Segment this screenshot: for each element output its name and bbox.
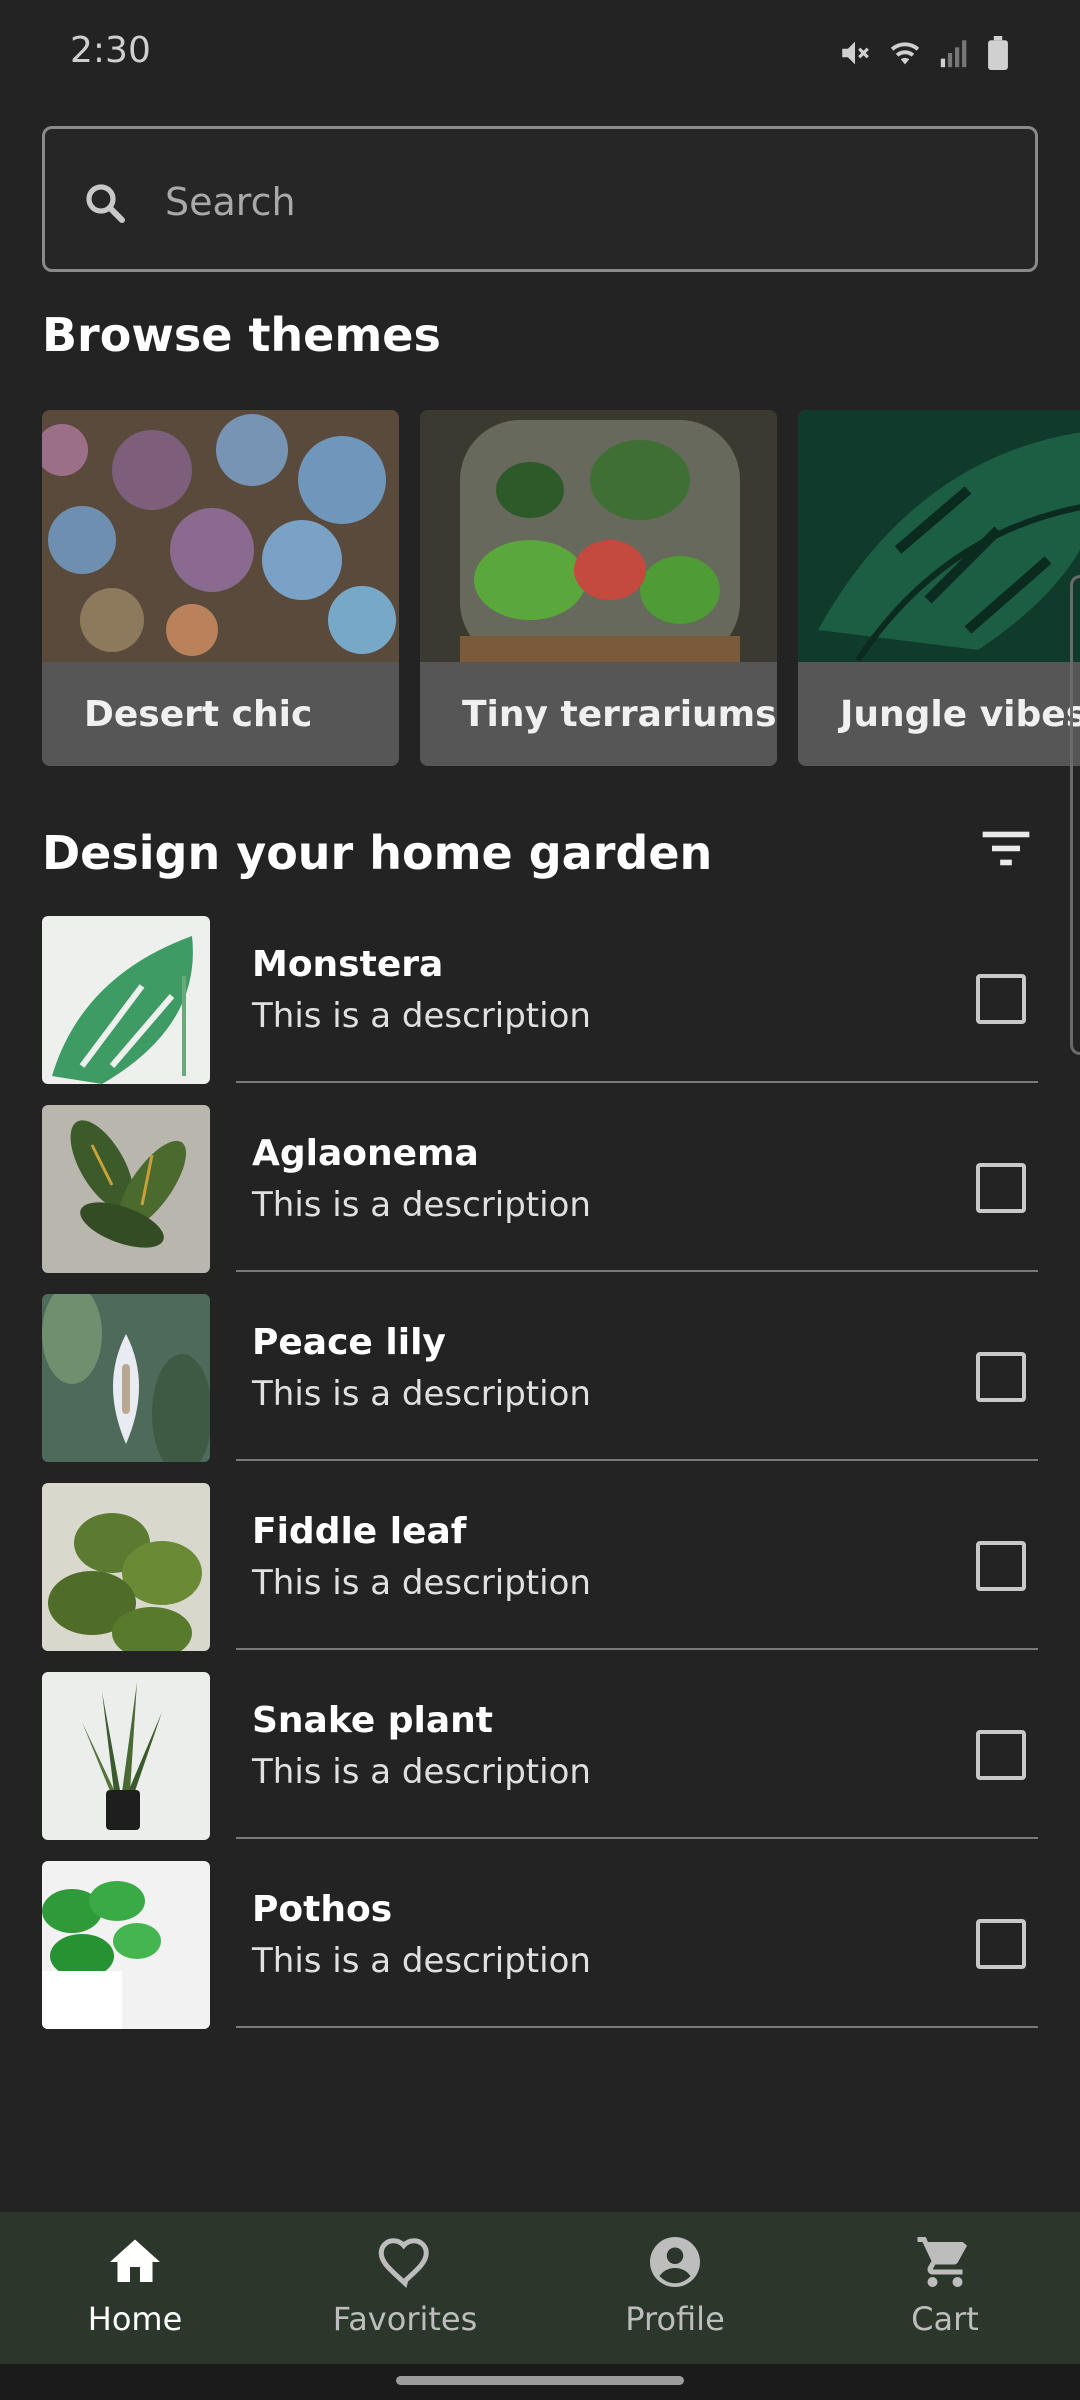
- gesture-handle[interactable]: [396, 2376, 684, 2385]
- search-icon: [86, 184, 125, 223]
- garden-title: Design your home garden: [42, 826, 713, 880]
- status-icons: [838, 36, 1010, 70]
- item-name: Fiddle leaf: [252, 1511, 467, 1552]
- list-item[interactable]: Peace lily This is a description: [0, 1288, 1080, 1477]
- item-description: This is a description: [252, 1185, 591, 1225]
- item-description: This is a description: [252, 1374, 591, 1414]
- nav-label: Cart: [911, 2300, 979, 2338]
- monstera-leaf-photo: [798, 410, 1080, 662]
- search-bar[interactable]: [42, 126, 1038, 272]
- snake-plant-thumbnail: [42, 1672, 210, 1840]
- account-circle-icon: [650, 2237, 700, 2287]
- signal-icon: [940, 40, 967, 68]
- terrarium-photo: [420, 410, 777, 662]
- nav-profile[interactable]: Profile: [540, 2212, 810, 2364]
- home-icon: [110, 2239, 160, 2282]
- fiddle-leaf-thumbnail: [42, 1483, 210, 1651]
- item-name: Aglaonema: [252, 1133, 479, 1174]
- divider: [236, 1837, 1038, 1839]
- themes-carousel[interactable]: Desert chic Tiny terrariums Jungle vibes: [42, 410, 1080, 770]
- item-name: Snake plant: [252, 1700, 494, 1741]
- nav-label: Profile: [625, 2300, 725, 2338]
- nav-label: Favorites: [332, 2300, 478, 2338]
- succulents-photo: [42, 410, 399, 662]
- item-description: This is a description: [252, 1941, 591, 1981]
- search-input[interactable]: [165, 157, 985, 247]
- item-checkbox[interactable]: [976, 1541, 1026, 1591]
- divider: [236, 1270, 1038, 1272]
- heart-icon: [378, 2238, 429, 2288]
- item-checkbox[interactable]: [976, 1352, 1026, 1402]
- nav-cart[interactable]: Cart: [810, 2212, 1080, 2364]
- nav-home[interactable]: Home: [0, 2212, 270, 2364]
- list-item[interactable]: Aglaonema This is a description: [0, 1099, 1080, 1288]
- nav-favorites[interactable]: Favorites: [270, 2212, 540, 2364]
- item-description: This is a description: [252, 1563, 591, 1603]
- item-checkbox[interactable]: [976, 1730, 1026, 1780]
- wifi-icon: [890, 42, 920, 65]
- status-bar: 2:30: [0, 0, 1080, 110]
- item-description: This is a description: [252, 1752, 591, 1792]
- bottom-navigation: Home Favorites Profile Cart: [0, 2212, 1080, 2364]
- cart-icon: [917, 2237, 967, 2287]
- list-item[interactable]: Monstera This is a description: [0, 910, 1080, 1099]
- list-item[interactable]: Fiddle leaf This is a description: [0, 1477, 1080, 1666]
- divider: [236, 1648, 1038, 1650]
- list-item[interactable]: Pothos This is a description: [0, 1855, 1080, 2044]
- filter-icon[interactable]: [978, 820, 1034, 876]
- theme-card-tiny-terrariums[interactable]: Tiny terrariums: [420, 410, 777, 766]
- nav-label: Home: [87, 2300, 183, 2338]
- item-checkbox[interactable]: [976, 1163, 1026, 1213]
- browse-themes-title: Browse themes: [42, 308, 441, 362]
- theme-card-desert-chic[interactable]: Desert chic: [42, 410, 399, 766]
- divider: [236, 1459, 1038, 1461]
- list-item[interactable]: Snake plant This is a description: [0, 1666, 1080, 1855]
- item-checkbox[interactable]: [976, 974, 1026, 1024]
- theme-label: Tiny terrariums: [462, 694, 777, 735]
- item-description: This is a description: [252, 996, 591, 1036]
- theme-label: Desert chic: [84, 694, 313, 735]
- monstera-thumbnail: [42, 916, 210, 1084]
- item-checkbox[interactable]: [976, 1919, 1026, 1969]
- theme-card-jungle-vibes[interactable]: Jungle vibes: [798, 410, 1080, 766]
- battery-icon: [988, 36, 1008, 70]
- item-name: Peace lily: [252, 1322, 446, 1363]
- peace-lily-thumbnail: [42, 1294, 210, 1462]
- item-name: Pothos: [252, 1889, 393, 1930]
- pothos-thumbnail: [42, 1861, 210, 2029]
- theme-label: Jungle vibes: [840, 694, 1080, 735]
- status-time: 2:30: [70, 30, 151, 71]
- item-name: Monstera: [252, 944, 444, 985]
- aglaonema-thumbnail: [42, 1105, 210, 1273]
- mute-icon: [842, 41, 869, 65]
- divider: [236, 2026, 1038, 2028]
- divider: [236, 1081, 1038, 1083]
